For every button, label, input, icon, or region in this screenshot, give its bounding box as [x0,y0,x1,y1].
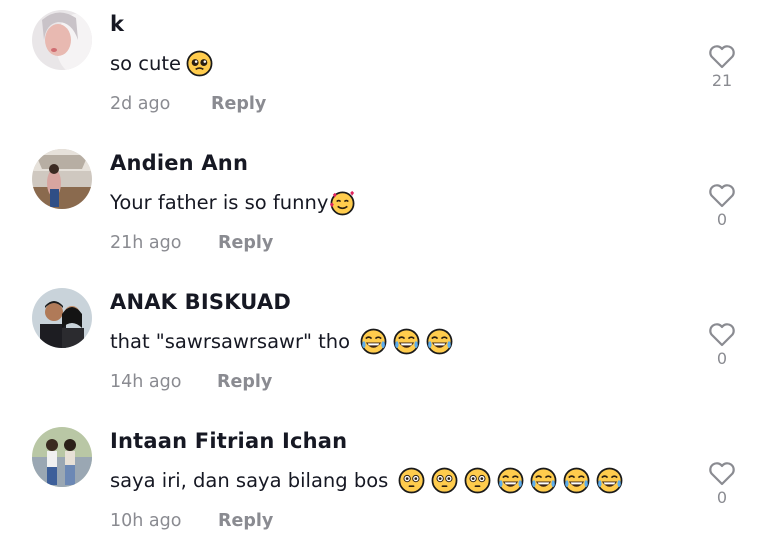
comment-username[interactable]: Intaan Fitrian Ichan [110,429,347,453]
comment-text: saya iri, dan saya bilang bos [110,467,623,494]
reply-button[interactable]: Reply [211,94,266,114]
heart-icon [704,322,740,347]
like-button[interactable]: 0 [704,461,740,521]
avatar[interactable] [32,427,92,487]
heart-icon [704,183,740,208]
comment-text-content: that "sawrsawrsawr" tho [110,330,351,353]
reply-button[interactable]: Reply [218,233,273,253]
like-button[interactable]: 21 [704,44,740,104]
like-button[interactable]: 0 [704,183,740,243]
avatar[interactable] [32,10,92,70]
flushed-face-emoji [398,467,425,494]
like-count: 0 [716,488,728,507]
reply-button[interactable]: Reply [217,372,272,392]
comment-text-content: Your father is so funny [110,191,329,214]
comment-timestamp: 14h ago [110,372,182,392]
comment-item: ANAK BISKUAD that "sawrsawrsawr" tho 14h… [0,282,766,421]
comment-username[interactable]: k [110,12,124,36]
comment-text-content: saya iri, dan saya bilang bos [110,469,389,492]
comment-timestamp: 2d ago [110,94,171,114]
comment-item: Andien Ann Your father is so funny 21h a… [0,143,766,282]
like-count: 0 [716,210,728,229]
like-count: 0 [716,349,728,368]
tears-of-joy-emoji [360,328,387,355]
comment-text: that "sawrsawrsawr" tho [110,328,453,355]
flushed-face-emoji [464,467,491,494]
pleading-face-emoji [186,50,213,77]
tears-of-joy-emoji [530,467,557,494]
like-count: 21 [711,71,733,90]
comment-item: k so cute 2d ago Reply 21 [0,4,766,143]
avatar[interactable] [32,149,92,209]
comment-username[interactable]: Andien Ann [110,151,248,175]
tears-of-joy-emoji [563,467,590,494]
tears-of-joy-emoji [596,467,623,494]
comment-text-content: so cute [110,52,182,75]
reply-button[interactable]: Reply [218,511,273,531]
heart-icon [704,461,740,486]
flushed-face-emoji [431,467,458,494]
comment-text: Your father is so funny [110,189,356,216]
like-button[interactable]: 0 [704,322,740,382]
comment-item: Intaan Fitrian Ichan saya iri, dan saya … [0,421,766,541]
comment-timestamp: 10h ago [110,511,182,531]
comment-timestamp: 21h ago [110,233,182,253]
tears-of-joy-emoji [497,467,524,494]
heart-icon [704,44,740,69]
smiling-face-with-hearts-emoji [329,189,356,216]
comment-username[interactable]: ANAK BISKUAD [110,290,291,314]
comment-text: so cute [110,50,213,77]
tears-of-joy-emoji [393,328,420,355]
tears-of-joy-emoji [426,328,453,355]
avatar[interactable] [32,288,92,348]
